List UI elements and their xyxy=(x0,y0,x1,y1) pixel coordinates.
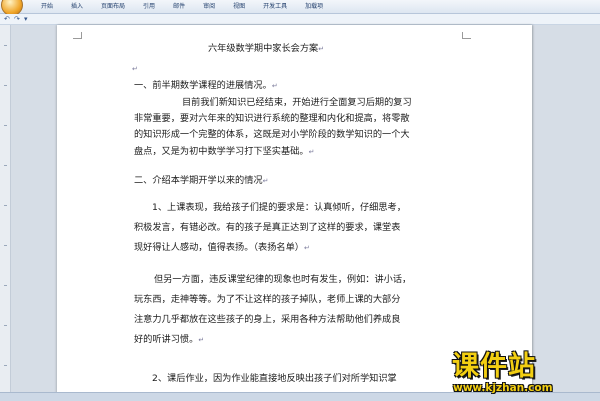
redo-icon[interactable]: ↷ xyxy=(14,15,20,23)
paragraph-line: 现好得让人感动，值得表扬。（表扬名单）↵ xyxy=(134,242,310,254)
ruler-tick xyxy=(4,125,7,126)
ruler-tick xyxy=(4,325,7,326)
paragraph-mark: ↵ xyxy=(308,148,315,156)
workspace-background-left xyxy=(11,25,57,400)
vertical-ruler xyxy=(0,25,11,400)
paragraph-line: 盘点，又是为初中数学学习打下坚实基础。↵ xyxy=(134,146,314,158)
section-heading-2: 二、介绍本学期开学以来的情况↵ xyxy=(134,175,269,187)
undo-icon[interactable]: ↶ xyxy=(4,15,10,23)
tab-view[interactable]: 视图 xyxy=(224,1,254,12)
paragraph-mark: ↵ xyxy=(318,45,325,53)
document-title-text: 六年级数学期中家长会方案 xyxy=(208,43,319,54)
ribbon-tabs: 开始 插入 页面布局 引用 邮件 审阅 视图 开发工具 加载项 xyxy=(32,1,332,12)
paragraph-line: 注意力几乎都放在这些孩子的身上，采用各种方法帮助他们养成良 xyxy=(134,314,401,325)
paragraph-line-text: 好的听讲习惯。 xyxy=(134,334,199,345)
section-heading-text: 二、介绍本学期开学以来的情况 xyxy=(134,175,263,186)
tab-add-ins[interactable]: 加载项 xyxy=(296,1,332,12)
paragraph-line: 但另一方面，违反课堂纪律的现象也时有发生，例如：讲小话， xyxy=(154,274,412,285)
ribbon-tab-bar: 开始 插入 页面布局 引用 邮件 审阅 视图 开发工具 加载项 xyxy=(0,0,600,16)
tab-page-layout[interactable]: 页面布局 xyxy=(92,1,134,12)
margin-corner-mark xyxy=(73,32,82,39)
empty-paragraph: ↵ xyxy=(132,63,138,75)
tab-mailings[interactable]: 邮件 xyxy=(164,1,194,12)
ruler-tick xyxy=(4,365,7,366)
paragraph-line: 非常重要，要对六年来的知识进行系统的整理和内化和提高，将零散 xyxy=(134,113,410,124)
paragraph-mark: ↵ xyxy=(262,177,269,185)
paragraph-line: 1、上课表现，我给孩子们提的要求是：认真倾听，仔细思考， xyxy=(152,202,406,213)
margin-corner-mark xyxy=(462,32,471,39)
paragraph-line: 好的听讲习惯。↵ xyxy=(134,334,204,346)
paragraph-line-text: 盘点，又是为初中数学学习打下坚实基础。 xyxy=(134,146,309,157)
paragraph-line: 玩东西，走神等等。为了不让这样的孩子掉队，老师上课的大部分 xyxy=(134,294,401,305)
tab-insert[interactable]: 插入 xyxy=(62,1,92,12)
ruler-tick xyxy=(4,205,7,206)
section-heading-text: 一、前半期数学课程的进展情况。 xyxy=(134,80,272,91)
section-heading-1: 一、前半期数学课程的进展情况。↵ xyxy=(134,80,278,92)
paragraph-line: 积极发言，有错必改。有的孩子是真正达到了这样的要求，课堂表 xyxy=(134,222,401,233)
ruler-tick xyxy=(4,85,7,86)
document-title: 六年级数学期中家长会方案↵ xyxy=(208,43,324,55)
tab-review[interactable]: 审阅 xyxy=(194,1,224,12)
ruler-tick xyxy=(4,285,7,286)
paragraph-line: 目前我们新知识已经结束，开始进行全面复习后期的复习 xyxy=(182,97,412,108)
ruler-tick xyxy=(4,245,7,246)
ruler-tick xyxy=(4,165,7,166)
tab-references[interactable]: 引用 xyxy=(134,1,164,12)
tab-developer[interactable]: 开发工具 xyxy=(254,1,296,12)
chevron-down-icon[interactable]: ▾ xyxy=(24,15,28,23)
paragraph-mark: ↵ xyxy=(303,244,310,252)
watermark-logo: 课件站 xyxy=(452,351,536,382)
paragraph-line-text: 现好得让人感动，值得表扬。（表扬名单） xyxy=(134,242,304,253)
paragraph-line: 的知识形成一个完整的体系，这既是对小学阶段的数学知识的一个大 xyxy=(134,129,410,140)
ruler-tick xyxy=(4,45,7,46)
paragraph-mark: ↵ xyxy=(132,65,138,73)
paragraph-line: 2、课后作业，因为作业能直接地反映出孩子们对所学知识掌 xyxy=(152,373,397,384)
tab-home[interactable]: 开始 xyxy=(32,1,62,12)
quick-access-toolbar: ↶ ↷ ▾ xyxy=(0,14,600,25)
watermark-url: www.kjzhan.com xyxy=(453,382,553,394)
paragraph-mark: ↵ xyxy=(198,336,205,344)
paragraph-mark: ↵ xyxy=(271,82,278,90)
workspace-background-right xyxy=(532,25,600,400)
